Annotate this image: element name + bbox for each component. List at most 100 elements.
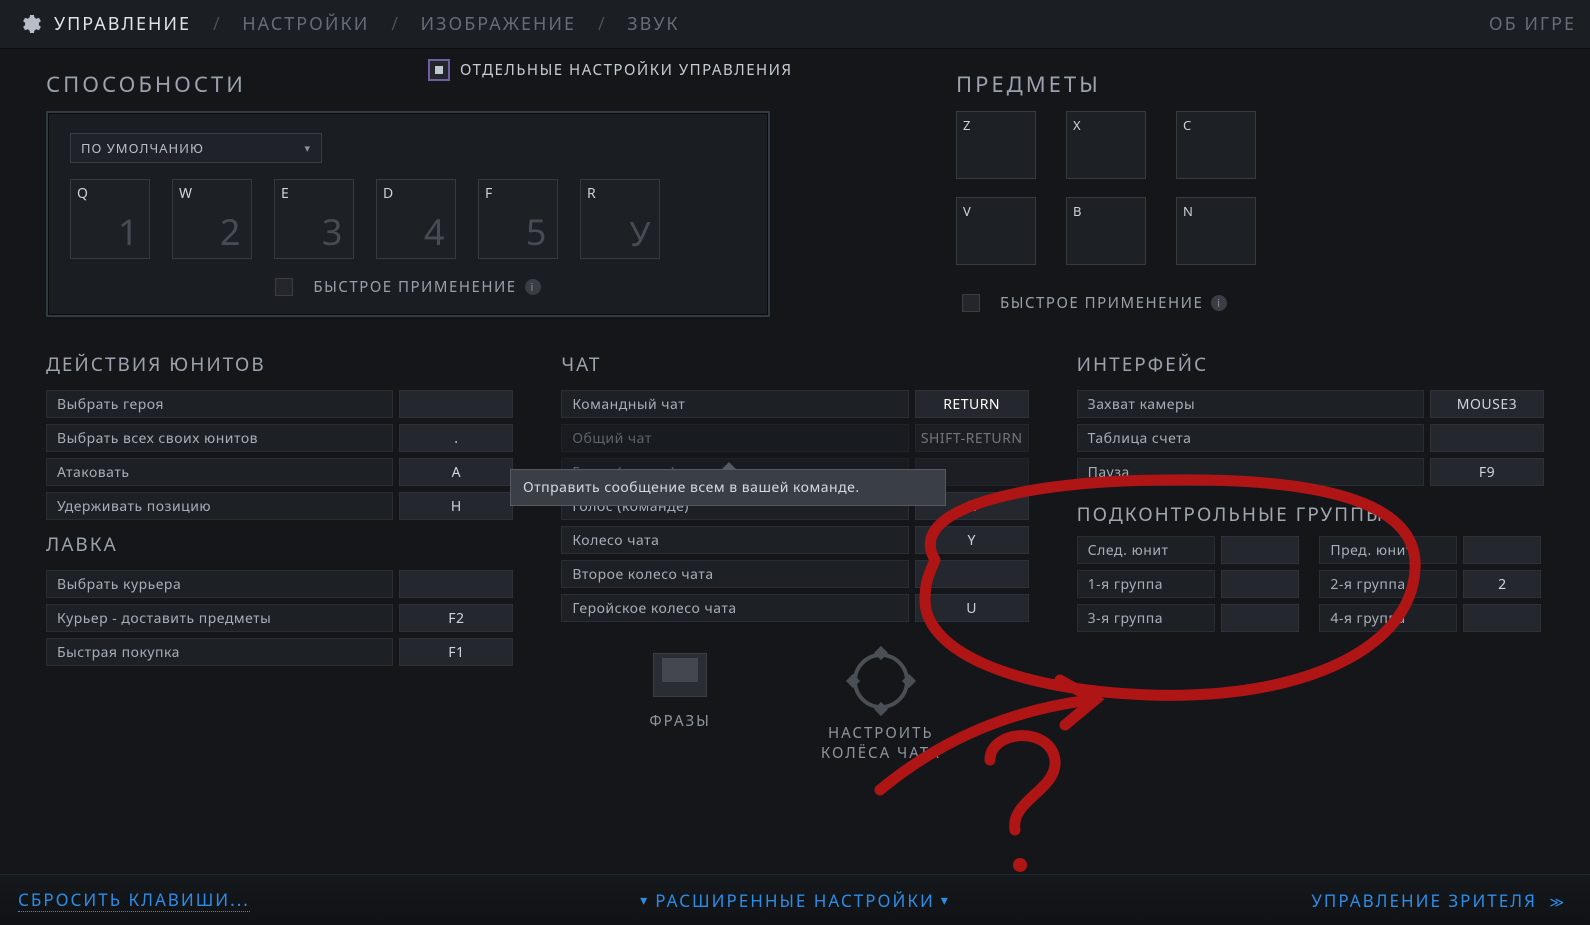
item-slot-5[interactable]: B <box>1066 197 1146 265</box>
bind-row[interactable]: Удерживать позициюH <box>46 491 513 521</box>
abilities-quickcast[interactable]: БЫСТРОЕ ПРИМЕНЕНИЕ i <box>70 277 746 297</box>
quickcast-label: БЫСТРОЕ ПРИМЕНЕНИЕ <box>1000 293 1203 313</box>
wheel-icon <box>853 653 909 709</box>
ability-slots: Q1 W2 E3 D4 F5 RУ <box>70 179 746 259</box>
phrases-label: ФРАЗЫ <box>649 711 711 731</box>
bind-key[interactable]: MOUSE3 <box>1430 390 1544 418</box>
bind-key[interactable] <box>1221 570 1299 598</box>
item-slot-1[interactable]: Z <box>956 111 1036 179</box>
per-hero-toggle[interactable]: ОТДЕЛЬНЫЕ НАСТРОЙКИ УПРАВЛЕНИЯ <box>428 59 793 81</box>
bind-row[interactable]: Геройское колесо чатаU <box>561 593 1028 623</box>
bind-row[interactable]: Второе колесо чата <box>561 559 1028 589</box>
tab-audio[interactable]: ЗВУК <box>623 12 683 36</box>
bind-key[interactable]: F1 <box>399 638 513 666</box>
bind-row[interactable]: 1-я группа <box>1077 569 1302 599</box>
chevron-down-icon: ▾ <box>941 891 950 910</box>
tooltip: Отправить сообщение всем в вашей команде… <box>510 469 946 506</box>
bind-row[interactable]: Колесо чатаY <box>561 525 1028 555</box>
bind-key[interactable]: . <box>399 424 513 452</box>
bind-key[interactable]: F9 <box>1430 458 1544 486</box>
interface-title: ИНТЕРФЕЙС <box>1077 351 1544 377</box>
footer: СБРОСИТЬ КЛАВИШИ... ▾ РАСШИРЕННЫЕ НАСТРО… <box>0 874 1590 925</box>
chat-wheel-setup-button[interactable]: НАСТРОИТЬ КОЛЁСА ЧАТА <box>821 653 941 763</box>
checkbox-icon[interactable] <box>962 294 980 312</box>
info-icon[interactable]: i <box>525 279 541 295</box>
unit-actions-title: ДЕЙСТВИЯ ЮНИТОВ <box>46 351 513 377</box>
items-title: ПРЕДМЕТЫ <box>956 69 1544 99</box>
ability-slot-3[interactable]: E3 <box>274 179 354 259</box>
bind-key[interactable]: SHIFT-RETURN <box>915 424 1029 452</box>
item-slot-2[interactable]: X <box>1066 111 1146 179</box>
advanced-settings-button[interactable]: РАСШИРЕННЫЕ НАСТРОЙКИ <box>655 889 935 912</box>
shop-title: ЛАВКА <box>46 531 513 557</box>
bind-row[interactable]: 2-я группа2 <box>1319 569 1544 599</box>
tab-separator: / <box>195 12 238 36</box>
chevron-down-icon: ▾ <box>640 891 649 910</box>
wheel-label-2: КОЛЁСА ЧАТА <box>821 743 941 763</box>
checkbox-icon[interactable] <box>428 59 450 81</box>
bind-key[interactable]: H <box>399 492 513 520</box>
bind-key[interactable]: Y <box>915 526 1029 554</box>
phrases-icon <box>653 653 707 697</box>
bind-row[interactable]: Командный чатRETURN <box>561 389 1028 419</box>
bind-row[interactable]: Захват камерыMOUSE3 <box>1077 389 1544 419</box>
bind-key[interactable]: RETURN <box>915 390 1029 418</box>
tab-video[interactable]: ИЗОБРАЖЕНИЕ <box>417 12 581 36</box>
bind-row[interactable]: Курьер - доставить предметыF2 <box>46 603 513 633</box>
bind-key[interactable] <box>1221 604 1299 632</box>
per-hero-label: ОТДЕЛЬНЫЕ НАСТРОЙКИ УПРАВЛЕНИЯ <box>460 60 793 80</box>
quickcast-label: БЫСТРОЕ ПРИМЕНЕНИЕ <box>313 277 516 297</box>
bind-row[interactable]: АтаковатьA <box>46 457 513 487</box>
bind-key[interactable] <box>1430 424 1544 452</box>
bind-key[interactable] <box>399 570 513 598</box>
bind-row[interactable]: Выбрать курьера <box>46 569 513 599</box>
bind-key[interactable]: F2 <box>399 604 513 632</box>
info-icon[interactable]: i <box>1211 295 1227 311</box>
bind-row[interactable]: Выбрать всех своих юнитов. <box>46 423 513 453</box>
bind-key[interactable] <box>915 560 1029 588</box>
item-slot-4[interactable]: V <box>956 197 1036 265</box>
bind-row[interactable]: Пред. юнит <box>1319 535 1544 565</box>
item-slot-6[interactable]: N <box>1176 197 1256 265</box>
tab-separator: / <box>580 12 623 36</box>
tab-separator: / <box>373 12 416 36</box>
items-quickcast[interactable]: БЫСТРОЕ ПРИМЕНЕНИЕ i <box>962 293 1544 313</box>
bind-row[interactable]: Быстрая покупкаF1 <box>46 637 513 667</box>
bind-row[interactable]: След. юнит <box>1077 535 1302 565</box>
preset-value: ПО УМОЛЧАНИЮ <box>81 139 204 157</box>
ability-slot-6[interactable]: RУ <box>580 179 660 259</box>
bind-key[interactable] <box>1221 536 1299 564</box>
spectator-controls-button[interactable]: УПРАВЛЕНИЕ ЗРИТЕЛЯ <box>1311 889 1537 912</box>
bind-row[interactable]: Таблица счета <box>1077 423 1544 453</box>
item-slots-row2: V B N <box>956 197 1544 265</box>
phrases-button[interactable]: ФРАЗЫ <box>649 653 711 763</box>
bind-key[interactable] <box>1463 536 1541 564</box>
reset-keys-button[interactable]: СБРОСИТЬ КЛАВИШИ... <box>18 888 250 912</box>
ability-slot-5[interactable]: F5 <box>478 179 558 259</box>
bind-row[interactable]: Общий чатSHIFT-RETURN <box>561 423 1028 453</box>
top-bar: УПРАВЛЕНИЕ / НАСТРОЙКИ / ИЗОБРАЖЕНИЕ / З… <box>0 0 1590 49</box>
bind-key[interactable]: A <box>399 458 513 486</box>
checkbox-icon[interactable] <box>275 278 293 296</box>
preset-dropdown[interactable]: ПО УМОЛЧАНИЮ ▾ <box>70 133 322 163</box>
ability-slot-4[interactable]: D4 <box>376 179 456 259</box>
abilities-panel: ПО УМОЛЧАНИЮ ▾ Q1 W2 E3 D4 F5 RУ БЫСТРОЕ… <box>46 111 770 317</box>
bind-key[interactable]: 2 <box>1463 570 1541 598</box>
tab-controls[interactable]: УПРАВЛЕНИЕ <box>50 12 195 36</box>
item-slot-3[interactable]: C <box>1176 111 1256 179</box>
bind-row[interactable]: 3-я группа <box>1077 603 1302 633</box>
bind-row[interactable]: 4-я группа <box>1319 603 1544 633</box>
bind-row[interactable]: Выбрать героя <box>46 389 513 419</box>
bind-key[interactable]: U <box>915 594 1029 622</box>
gear-icon[interactable] <box>16 10 44 38</box>
chevron-down-icon: ▾ <box>304 141 311 156</box>
ability-slot-2[interactable]: W2 <box>172 179 252 259</box>
tab-settings[interactable]: НАСТРОЙКИ <box>238 12 373 36</box>
bind-key[interactable] <box>399 390 513 418</box>
ability-slot-1[interactable]: Q1 <box>70 179 150 259</box>
chat-title: ЧАТ <box>561 351 1028 377</box>
bind-row[interactable]: ПаузаF9 <box>1077 457 1544 487</box>
bind-key[interactable] <box>1463 604 1541 632</box>
wheel-label-1: НАСТРОИТЬ <box>828 723 934 743</box>
tab-about[interactable]: ОБ ИГРЕ <box>1485 12 1580 36</box>
